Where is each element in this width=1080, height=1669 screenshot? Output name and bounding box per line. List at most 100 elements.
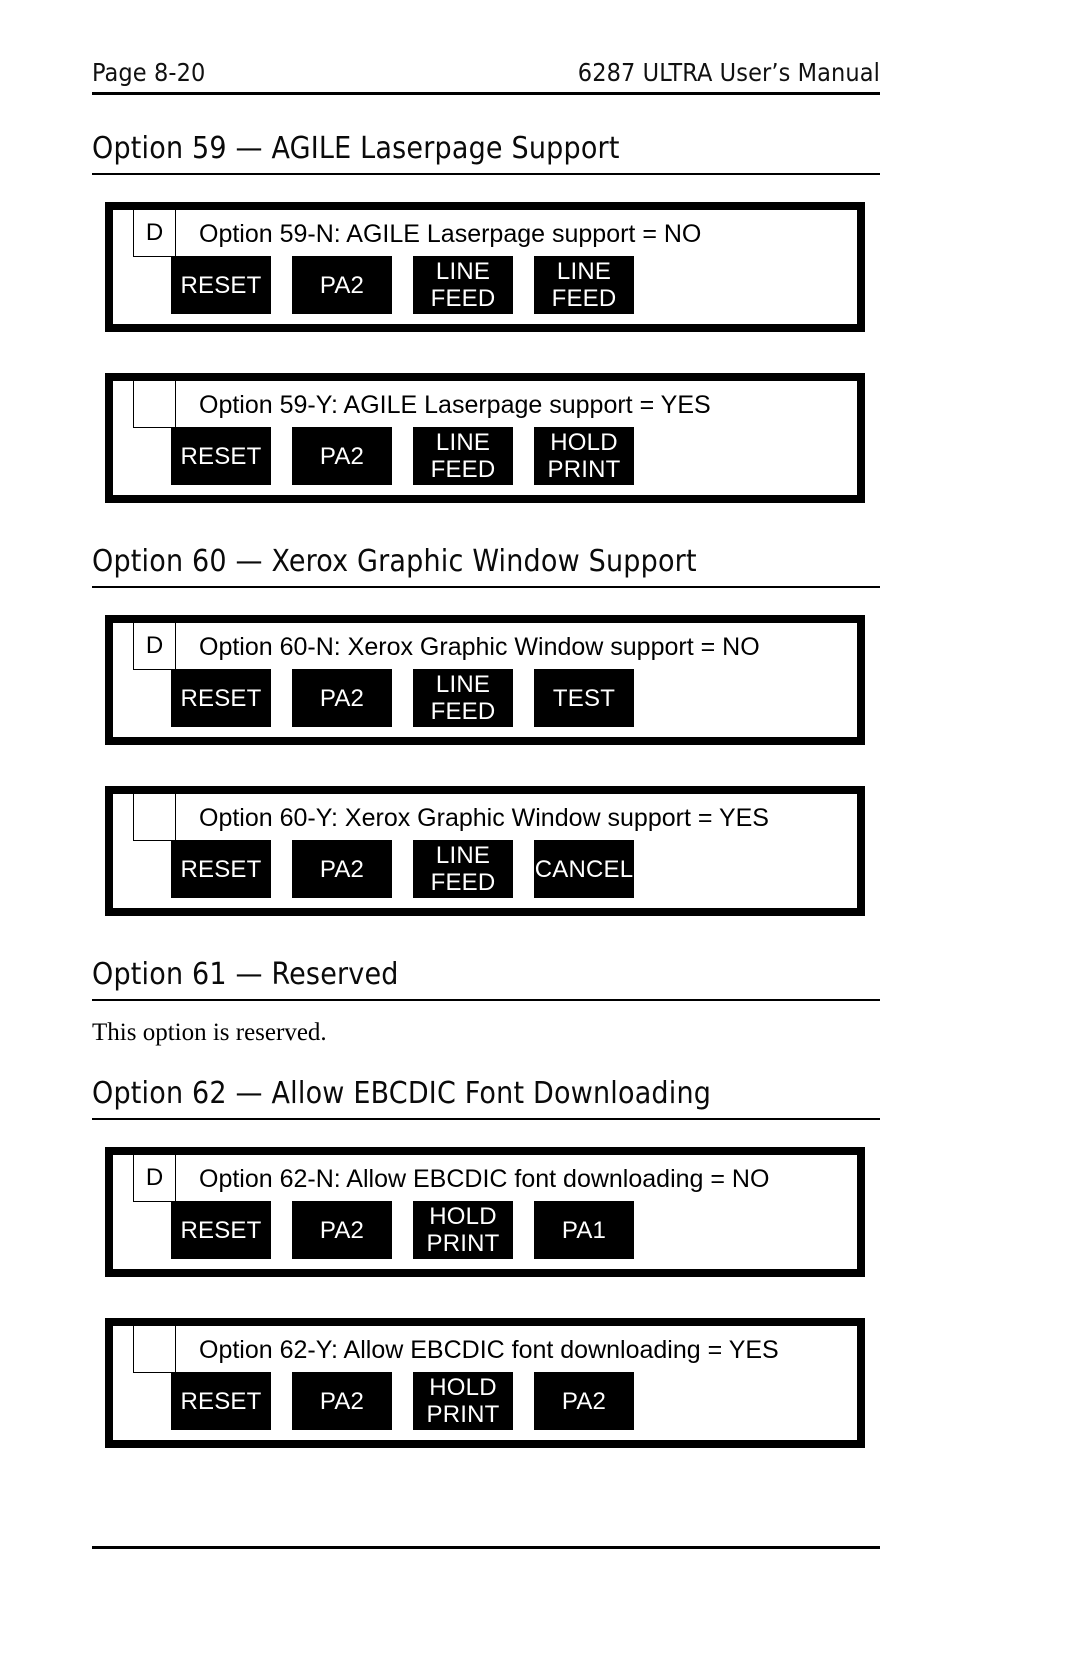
key-button-pa1[interactable]: PA1 <box>534 1201 634 1259</box>
display-message: Option 59-N: AGILE Laserpage support = N… <box>199 220 702 248</box>
key-label-line2: FEED <box>430 698 496 725</box>
section-rule <box>92 173 880 175</box>
key-label-line1: HOLD <box>429 1203 497 1230</box>
key-label-line1: TEST <box>552 684 616 712</box>
key-panel[interactable]: D Option 60-N: Xerox Graphic Window supp… <box>105 615 865 745</box>
key-label-line1: LINE <box>435 429 491 456</box>
section-heading: Option 60 — Xerox Graphic Window Support <box>92 544 697 579</box>
key-button-pa2[interactable]: PA2 <box>292 256 392 314</box>
key-panel-inner: D Option 60-N: Xerox Graphic Window supp… <box>112 621 858 738</box>
key-label-line1: RESET <box>180 1387 262 1415</box>
key-row: RESET PA2 LINE FEED LINE FEED <box>171 256 634 314</box>
default-indicator-box: D <box>133 1153 176 1202</box>
key-row: RESET PA2 LINE FEED TEST <box>171 669 634 727</box>
key-button-reset[interactable]: RESET <box>171 840 271 898</box>
key-button-line-feed[interactable]: LINE FEED <box>413 427 513 485</box>
key-label-line1: CANCEL <box>534 855 634 883</box>
key-button-pa2[interactable]: PA2 <box>292 1201 392 1259</box>
key-label-line1: PA2 <box>319 684 365 712</box>
key-label-line1: LINE <box>435 671 491 698</box>
section-rule <box>92 586 880 588</box>
key-panel-inner: Option 62-Y: Allow EBCDIC font downloadi… <box>112 1324 858 1441</box>
key-button-pa2[interactable]: PA2 <box>292 427 392 485</box>
key-label-line2: FEED <box>551 285 617 312</box>
section-option-59: Option 59 — AGILE Laserpage Support <box>92 132 880 175</box>
key-panel[interactable]: Option 62-Y: Allow EBCDIC font downloadi… <box>105 1318 865 1448</box>
key-label-line1: PA2 <box>319 442 365 470</box>
page-number-label: Page 8-20 <box>92 58 206 87</box>
key-row: RESET PA2 LINE FEED CANCEL <box>171 840 634 898</box>
default-indicator-box <box>133 379 176 428</box>
key-panel[interactable]: D Option 59-N: AGILE Laserpage support =… <box>105 202 865 332</box>
key-label-line1: LINE <box>435 842 491 869</box>
section-body-text: This option is reserved. <box>92 1019 327 1046</box>
default-indicator-box: D <box>133 621 176 670</box>
key-button-reset[interactable]: RESET <box>171 427 271 485</box>
key-label-line1: HOLD <box>550 429 618 456</box>
header-rule <box>92 92 880 95</box>
key-button-hold-print[interactable]: HOLD PRINT <box>413 1201 513 1259</box>
key-button-reset[interactable]: RESET <box>171 256 271 314</box>
section-option-61: Option 61 — Reserved <box>92 958 880 1001</box>
key-button-pa2[interactable]: PA2 <box>534 1372 634 1430</box>
key-button-line-feed[interactable]: LINE FEED <box>413 256 513 314</box>
section-heading: Option 59 — AGILE Laserpage Support <box>92 131 620 166</box>
manual-page: Page 8-20 6287 ULTRA User’s Manual Optio… <box>0 0 1080 1669</box>
footer-rule <box>92 1546 880 1549</box>
key-button-line-feed[interactable]: LINE FEED <box>534 256 634 314</box>
key-label-line1: PA1 <box>561 1216 607 1244</box>
key-button-test[interactable]: TEST <box>534 669 634 727</box>
key-panel-inner: D Option 59-N: AGILE Laserpage support =… <box>112 208 858 325</box>
key-label-line1: RESET <box>180 684 262 712</box>
key-button-reset[interactable]: RESET <box>171 669 271 727</box>
key-button-pa2[interactable]: PA2 <box>292 840 392 898</box>
display-message: Option 60-Y: Xerox Graphic Window suppor… <box>199 804 769 832</box>
key-label-line1: HOLD <box>429 1374 497 1401</box>
display-message: Option 62-N: Allow EBCDIC font downloadi… <box>199 1165 770 1193</box>
running-header: Page 8-20 6287 ULTRA User’s Manual <box>92 58 880 87</box>
key-panel-inner: D Option 62-N: Allow EBCDIC font downloa… <box>112 1153 858 1270</box>
key-button-pa2[interactable]: PA2 <box>292 669 392 727</box>
key-panel[interactable]: Option 60-Y: Xerox Graphic Window suppor… <box>105 786 865 916</box>
key-label-line2: FEED <box>430 285 496 312</box>
key-label-line1: RESET <box>180 442 262 470</box>
key-label-line2: PRINT <box>426 1230 500 1257</box>
manual-title-label: 6287 ULTRA User’s Manual <box>577 58 880 87</box>
key-panel[interactable]: D Option 62-N: Allow EBCDIC font downloa… <box>105 1147 865 1277</box>
default-indicator-box <box>133 1324 176 1373</box>
key-button-cancel[interactable]: CANCEL <box>534 840 634 898</box>
key-label-line2: FEED <box>430 456 496 483</box>
section-heading: Option 62 — Allow EBCDIC Font Downloadin… <box>92 1076 712 1111</box>
key-label-line1: LINE <box>435 258 491 285</box>
key-button-reset[interactable]: RESET <box>171 1372 271 1430</box>
section-option-60: Option 60 — Xerox Graphic Window Support <box>92 545 880 588</box>
section-option-62: Option 62 — Allow EBCDIC Font Downloadin… <box>92 1077 880 1120</box>
key-label-line2: PRINT <box>426 1401 500 1428</box>
key-row: RESET PA2 LINE FEED HOLD PRINT <box>171 427 634 485</box>
key-button-pa2[interactable]: PA2 <box>292 1372 392 1430</box>
key-label-line1: PA2 <box>319 855 365 883</box>
key-panel-inner: Option 59-Y: AGILE Laserpage support = Y… <box>112 379 858 496</box>
key-label-line1: LINE <box>556 258 612 285</box>
default-indicator-box <box>133 792 176 841</box>
key-label-line1: PA2 <box>319 1216 365 1244</box>
default-indicator-box: D <box>133 208 176 257</box>
display-message: Option 59-Y: AGILE Laserpage support = Y… <box>199 391 711 419</box>
key-label-line1: PA2 <box>319 271 365 299</box>
key-button-hold-print[interactable]: HOLD PRINT <box>534 427 634 485</box>
key-label-line2: FEED <box>430 869 496 896</box>
key-button-hold-print[interactable]: HOLD PRINT <box>413 1372 513 1430</box>
key-button-reset[interactable]: RESET <box>171 1201 271 1259</box>
display-message: Option 60-N: Xerox Graphic Window suppor… <box>199 633 760 661</box>
key-label-line2: PRINT <box>547 456 621 483</box>
display-message: Option 62-Y: Allow EBCDIC font downloadi… <box>199 1336 779 1364</box>
key-label-line1: RESET <box>180 1216 262 1244</box>
key-row: RESET PA2 HOLD PRINT PA1 <box>171 1201 634 1259</box>
section-rule <box>92 999 880 1001</box>
key-button-line-feed[interactable]: LINE FEED <box>413 669 513 727</box>
key-row: RESET PA2 HOLD PRINT PA2 <box>171 1372 634 1430</box>
key-panel[interactable]: Option 59-Y: AGILE Laserpage support = Y… <box>105 373 865 503</box>
key-label-line1: PA2 <box>561 1387 607 1415</box>
key-label-line1: RESET <box>180 271 262 299</box>
key-button-line-feed[interactable]: LINE FEED <box>413 840 513 898</box>
